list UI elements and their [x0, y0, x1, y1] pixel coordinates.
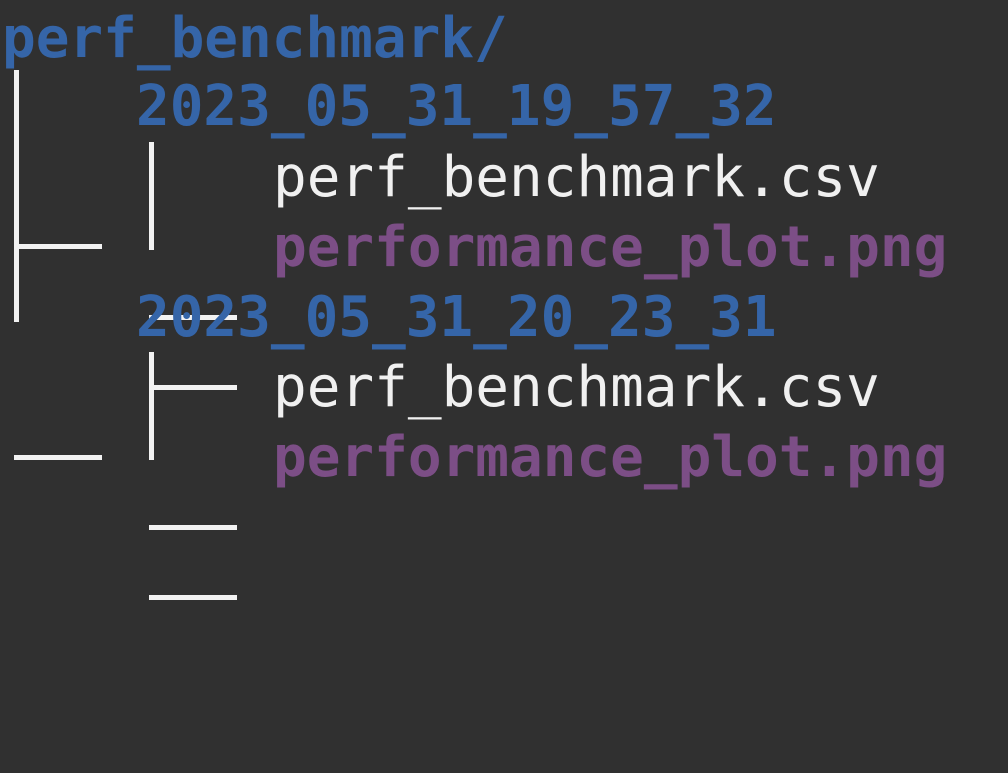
directory-name[interactable]: 2023_05_31_19_57_32 — [136, 72, 777, 142]
tree-row-dir-1: 2023_05_31_19_57_32 — [0, 72, 777, 249]
tree-row-root: perf_benchmark/ — [0, 4, 508, 74]
file-name-csv[interactable]: perf_benchmark.csv — [273, 143, 880, 213]
tree-branch-connector — [149, 353, 239, 530]
file-name-png[interactable]: performance_plot.png — [273, 213, 947, 283]
tree-branch-connector — [14, 72, 104, 249]
tree-row-file: performance_plot.png — [0, 423, 947, 600]
terminal-window: perf_benchmark/ 2023_05_31_19_57_32 perf… — [0, 0, 1008, 600]
tree-branch-connector — [149, 143, 239, 320]
tree-row-file: performance_plot.png — [0, 213, 947, 390]
tree-last-branch-connector — [149, 213, 239, 390]
tree-last-branch-connector — [149, 423, 239, 600]
file-name-csv[interactable]: perf_benchmark.csv — [273, 353, 880, 423]
directory-name[interactable]: 2023_05_31_20_23_31 — [136, 283, 777, 353]
tree-last-branch-connector — [14, 283, 104, 460]
tree-row-dir-2: 2023_05_31_20_23_31 — [0, 283, 777, 460]
tree-row-file: perf_benchmark.csv — [0, 353, 880, 530]
tree-row-file: perf_benchmark.csv — [0, 143, 880, 320]
file-name-png[interactable]: performance_plot.png — [273, 423, 947, 493]
root-directory-name[interactable]: perf_benchmark/ — [2, 4, 508, 74]
